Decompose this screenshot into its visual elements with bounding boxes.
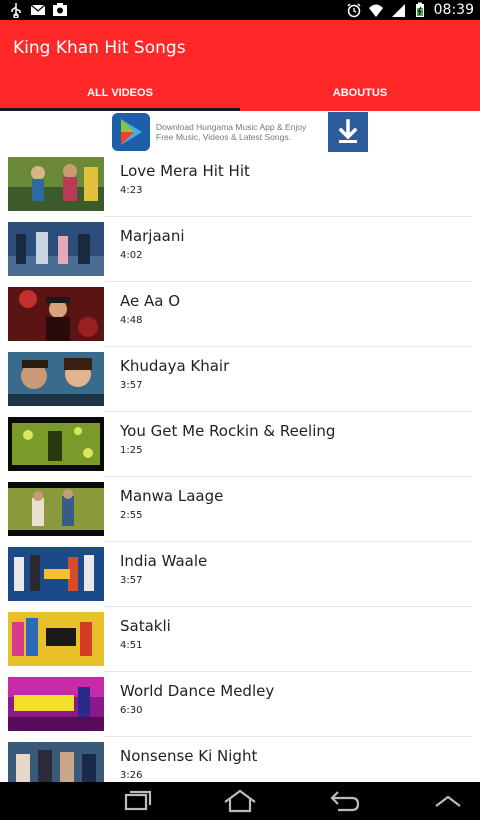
video-duration: 4:51 [120,640,143,651]
photo-icon [53,3,67,16]
video-duration: 1:25 [120,445,143,456]
app-title: King Khan Hit Songs [13,38,186,58]
signal-icon [391,4,405,17]
video-thumbnail [8,677,104,731]
video-thumbnail [8,547,104,601]
video-duration: 4:48 [120,315,143,326]
status-bar: 08:39 [0,0,480,20]
download-icon [338,119,358,143]
ad-text: Download Hungama Music App & Enjoy Free … [156,122,307,142]
video-title: Marjaani [120,227,185,245]
list-item[interactable]: Ae Aa O 4:48 [0,282,480,347]
tab-aboutus[interactable]: ABOUTUS [240,79,480,111]
status-time: 08:39 [433,2,474,18]
list-item[interactable]: India Waale 3:57 [0,542,480,607]
video-thumbnail [8,742,104,782]
wifi-icon [368,4,383,17]
video-title: Ae Aa O [120,292,181,310]
mail-icon [30,4,46,15]
video-title: World Dance Medley [120,682,275,700]
list-item[interactable]: Satakli 4:51 [0,607,480,672]
back-icon[interactable] [324,788,364,814]
list-item[interactable]: Nonsense Ki Night 3:26 [0,737,480,782]
video-thumbnail [8,222,104,276]
app-bar: King Khan Hit Songs ALL VIDEOS ABOUTUS [0,20,480,111]
navigation-bar [0,782,480,820]
video-duration: 2:55 [120,510,143,521]
video-list[interactable]: Love Mera Hit Hit 4:23 Marjaani 4:02 Ae … [0,152,480,782]
video-duration: 3:57 [120,575,143,586]
tab-bar: ALL VIDEOS ABOUTUS [0,79,480,111]
usb-icon [11,3,21,18]
video-duration: 6:30 [120,705,143,716]
video-title: Love Mera Hit Hit [120,162,250,180]
video-thumbnail [8,287,104,341]
ad-banner[interactable]: Download Hungama Music App & Enjoy Free … [110,112,370,152]
video-title: Khudaya Khair [120,357,230,375]
recent-apps-icon[interactable] [116,788,156,814]
list-item[interactable]: Love Mera Hit Hit 4:23 [0,152,480,217]
video-thumbnail [8,482,104,536]
list-item[interactable]: World Dance Medley 6:30 [0,672,480,737]
list-item[interactable]: Khudaya Khair 3:57 [0,347,480,412]
list-item[interactable]: You Get Me Rockin & Reeling 1:25 [0,412,480,477]
status-left-icons [8,2,68,18]
video-thumbnail [8,352,104,406]
video-title: Satakli [120,617,171,635]
up-arrow-icon[interactable] [428,788,468,814]
alarm-icon [347,3,361,18]
video-title: You Get Me Rockin & Reeling [120,422,336,440]
home-icon[interactable] [220,788,260,814]
hungama-logo-icon [112,113,150,151]
video-duration: 4:23 [120,185,143,196]
video-thumbnail [8,417,104,471]
video-title: Nonsense Ki Night [120,747,258,765]
video-duration: 3:26 [120,770,143,781]
video-title: India Waale [120,552,208,570]
video-title: Manwa Laage [120,487,224,505]
video-thumbnail [8,157,104,211]
video-thumbnail [8,612,104,666]
video-duration: 4:02 [120,250,143,261]
list-item[interactable]: Manwa Laage 2:55 [0,477,480,542]
download-button[interactable] [328,112,368,152]
tab-all-videos[interactable]: ALL VIDEOS [0,79,240,111]
video-duration: 3:57 [120,380,143,391]
battery-icon [415,2,424,17]
status-right-icons: 08:39 [346,1,474,19]
list-item[interactable]: Marjaani 4:02 [0,217,480,282]
